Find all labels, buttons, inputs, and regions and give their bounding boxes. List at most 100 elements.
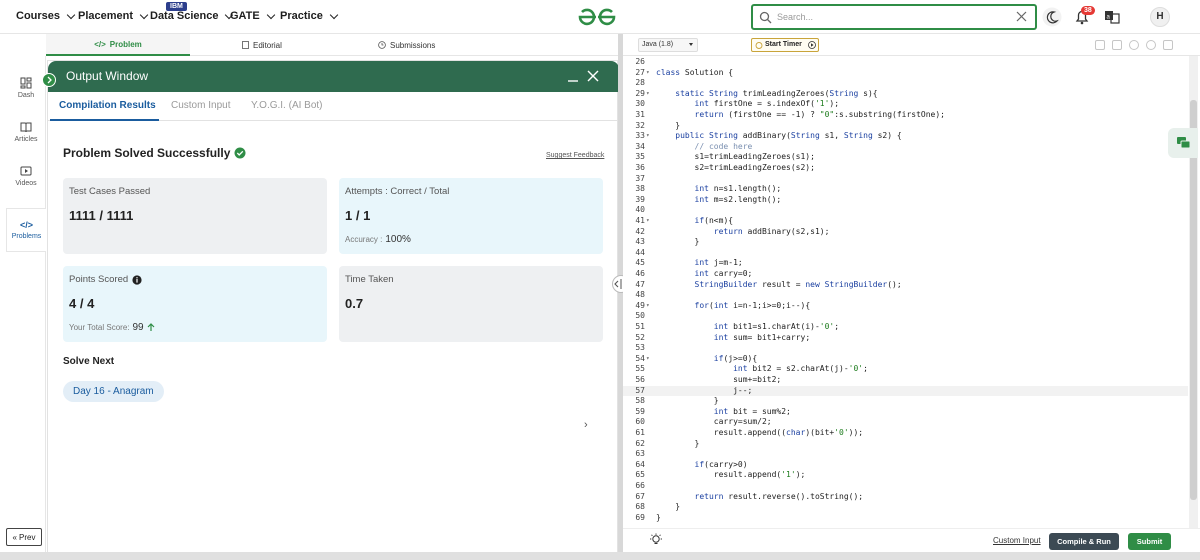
line-number: 54 — [635, 353, 645, 363]
language-select[interactable]: Java (1.8) — [638, 38, 698, 52]
fold-toggle-icon[interactable]: ▾ — [646, 216, 650, 227]
tab-yogi-ai-bot[interactable]: Y.O.G.I. (AI Bot) — [251, 100, 323, 111]
nav-practice[interactable]: Practice — [280, 10, 339, 22]
gfg-logo[interactable] — [577, 7, 617, 27]
code-line[interactable]: 52 int sum= bit1+carry; — [623, 333, 1188, 344]
rail-item-problems[interactable]: </> Problems — [6, 208, 46, 252]
fold-toggle-icon[interactable]: ▾ — [646, 131, 650, 142]
code-line[interactable]: 49 ▾ for(int i=n-1;i>=0;i--){ — [623, 301, 1188, 312]
fullscreen-icon[interactable] — [1163, 40, 1173, 50]
code-line[interactable]: 50 — [623, 311, 1188, 322]
settings-icon[interactable] — [1129, 40, 1139, 50]
code-line[interactable]: 69} — [623, 513, 1188, 524]
expand-icon[interactable] — [42, 73, 56, 87]
lightbulb-icon[interactable] — [649, 533, 663, 547]
custom-input-link[interactable]: Custom Input — [993, 536, 1041, 545]
code-line[interactable]: 56 sum+=bit2; — [623, 375, 1188, 386]
chevron-right-icon[interactable]: › — [584, 419, 588, 431]
fold-toggle-icon[interactable]: ▾ — [646, 89, 650, 100]
translate-icon[interactable]: a — [1102, 7, 1122, 27]
chat-button[interactable] — [1168, 128, 1198, 158]
close-icon[interactable] — [1016, 11, 1027, 22]
code-line[interactable]: 53 — [623, 343, 1188, 354]
code-line[interactable]: 55 int bit2 = s2.charAt(j)-'0'; — [623, 364, 1188, 375]
fold-toggle-icon[interactable]: ▾ — [646, 68, 650, 79]
code-line[interactable]: 44 — [623, 248, 1188, 259]
tab-problem[interactable]: </> Problem — [46, 34, 190, 56]
dark-mode-icon[interactable] — [1042, 7, 1062, 27]
code-line[interactable]: 59 int bit = sum%2; — [623, 407, 1188, 418]
code-line[interactable]: 28 — [623, 78, 1188, 89]
nav-data-science[interactable]: Data Science — [150, 10, 234, 22]
tab-submissions[interactable]: Submissions — [378, 34, 435, 56]
rail-item-videos[interactable]: Videos — [6, 154, 46, 198]
code-line[interactable]: 29 ▾ static String trimLeadingZeroes(Stri… — [623, 89, 1188, 100]
code-line[interactable]: 39 int m=s2.length(); — [623, 195, 1188, 206]
code-line[interactable]: 43 } — [623, 237, 1188, 248]
code-line[interactable]: 45 int j=m-1; — [623, 258, 1188, 269]
code-line[interactable]: 51 int bit1=s1.charAt(i)-'0'; — [623, 322, 1188, 333]
code-line[interactable]: 61 result.append((char)(bit+'0')); — [623, 428, 1188, 439]
avatar[interactable]: H — [1150, 7, 1170, 27]
code-line[interactable]: 32 } — [623, 121, 1188, 132]
line-number: 62 — [635, 438, 645, 448]
code-line[interactable]: 41 ▾ if(n<m){ — [623, 216, 1188, 227]
minimize-icon[interactable] — [566, 69, 580, 83]
start-timer-button[interactable]: Start Timer — [751, 38, 819, 52]
code-editor[interactable]: 26 27 ▾ class Solution {28 29 ▾ static String… — [623, 56, 1188, 528]
code-text: return addBinary(s2,s1); — [713, 226, 830, 236]
code-line[interactable]: 33 ▾ public String addBinary(String s1, S… — [623, 131, 1188, 142]
tab-compilation-results[interactable]: Compilation Results — [59, 100, 156, 111]
fold-toggle-icon[interactable]: ▾ — [646, 301, 650, 312]
tab-custom-input[interactable]: Custom Input — [171, 100, 230, 111]
rail-item-dash[interactable]: Dash — [6, 66, 46, 110]
line-number: 40 — [635, 205, 645, 215]
search-input[interactable] — [777, 10, 1007, 24]
suggest-feedback-link[interactable]: Suggest Feedback — [546, 152, 604, 159]
code-line[interactable]: 58 } — [623, 396, 1188, 407]
code-line[interactable]: 37 — [623, 174, 1188, 185]
code-line[interactable]: 30 int firstOne = s.indexOf('1'); — [623, 99, 1188, 110]
nav-placement[interactable]: Placement — [78, 10, 149, 22]
paste-icon[interactable] — [1112, 40, 1122, 50]
code-line[interactable]: 65 result.append('1'); — [623, 470, 1188, 481]
code-line[interactable]: 68 } — [623, 502, 1188, 513]
fold-toggle-icon[interactable]: ▾ — [646, 354, 650, 365]
code-line[interactable]: 38 int n=s1.length(); — [623, 184, 1188, 195]
code-line[interactable]: 26 — [623, 57, 1188, 68]
code-line[interactable]: 67 return result.reverse().toString(); — [623, 492, 1188, 503]
code-line[interactable]: 34 // code here — [623, 142, 1188, 153]
code-line[interactable]: 46 int carry=0; — [623, 269, 1188, 280]
tab-editorial[interactable]: Editorial — [242, 34, 282, 56]
code-line[interactable]: 64 if(carry>0) — [623, 460, 1188, 471]
code-line[interactable]: 62 } — [623, 439, 1188, 450]
compile-run-button[interactable]: Compile & Run — [1049, 533, 1119, 550]
submit-button[interactable]: Submit — [1128, 533, 1171, 550]
clock-icon — [378, 41, 386, 49]
code-line[interactable]: 27 ▾ class Solution { — [623, 68, 1188, 79]
scrollbar-thumb[interactable] — [1190, 100, 1197, 500]
nav-courses[interactable]: Courses — [16, 10, 76, 22]
code-line[interactable]: 57 j--; — [623, 385, 1188, 397]
code-line[interactable]: 48 — [623, 290, 1188, 301]
code-line[interactable]: 60 carry=sum/2; — [623, 417, 1188, 428]
solve-next-chip[interactable]: Day 16 - Anagram — [63, 381, 164, 402]
close-icon[interactable] — [586, 69, 600, 83]
code-line[interactable]: 63 — [623, 449, 1188, 460]
code-line[interactable]: 36 s2=trimLeadingZeroes(s2); — [623, 163, 1188, 174]
code-line[interactable]: 40 — [623, 205, 1188, 216]
code-line[interactable]: 47 StringBuilder result = new StringBuil… — [623, 280, 1188, 291]
rail-item-articles[interactable]: Articles — [6, 110, 46, 154]
code-line[interactable]: 31 return (firstOne == -1) ? "0":s.subst… — [623, 110, 1188, 121]
copy-icon[interactable] — [1095, 40, 1105, 50]
line-number: 30 — [635, 99, 645, 109]
double-chevron-left-icon: « — [12, 532, 17, 542]
code-line[interactable]: 35 s1=trimLeadingZeroes(s1); — [623, 152, 1188, 163]
code-line[interactable]: 54 ▾ if(j>=0){ — [623, 354, 1188, 365]
reset-icon[interactable] — [1146, 40, 1156, 50]
code-line[interactable]: 66 — [623, 481, 1188, 492]
nav-gate[interactable]: GATE — [230, 10, 275, 22]
code-line[interactable]: 42 return addBinary(s2,s1); — [623, 227, 1188, 238]
prev-button[interactable]: «Prev — [6, 528, 42, 546]
info-icon[interactable] — [132, 274, 142, 285]
